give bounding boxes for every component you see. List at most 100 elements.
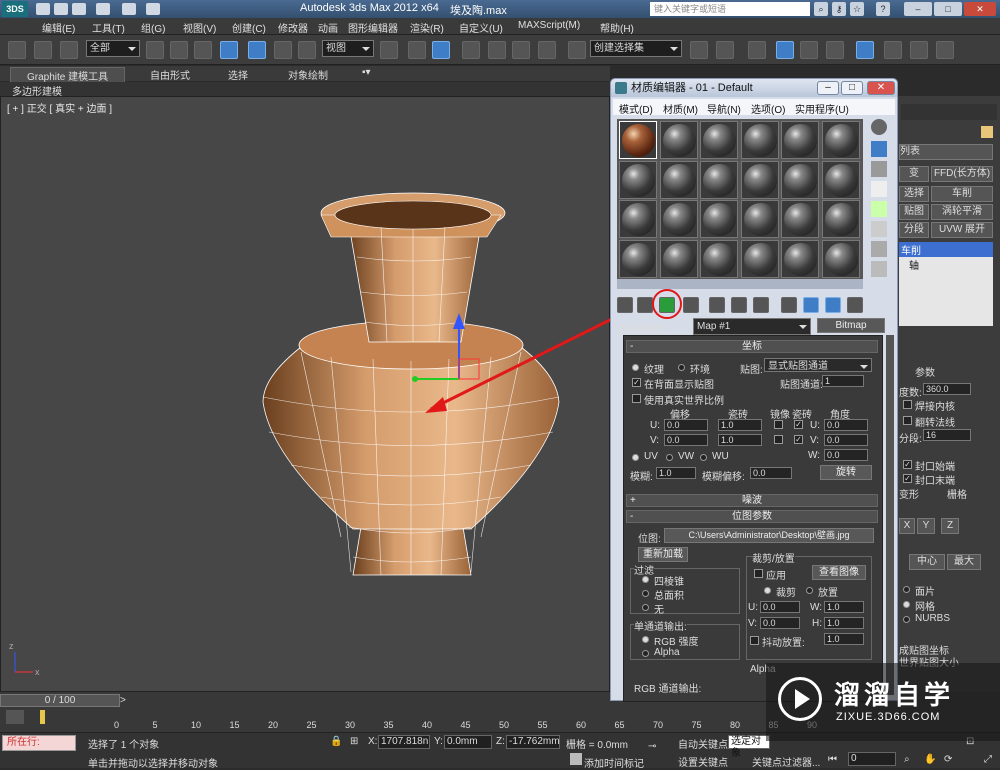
material-editor-icon[interactable] xyxy=(856,41,874,59)
align-max-button[interactable]: 最大 xyxy=(947,554,981,570)
menu-maxscript[interactable]: MAXScript(M) xyxy=(518,20,580,31)
y-coord-input[interactable]: 0.0mm xyxy=(444,735,492,749)
angle-snap-icon[interactable] xyxy=(488,41,506,59)
menu-customize[interactable]: 自定义(U) xyxy=(459,20,503,35)
texture-radio[interactable] xyxy=(632,364,639,371)
uv-radio[interactable] xyxy=(632,454,639,461)
select-move-icon[interactable] xyxy=(248,41,266,59)
backlight-icon[interactable] xyxy=(871,141,887,157)
vase-model[interactable]: z x xyxy=(1,97,611,693)
snap-toggle-icon[interactable] xyxy=(462,41,480,59)
menu-help[interactable]: 帮助(H) xyxy=(600,20,634,35)
mod-btn-2[interactable]: 分段 xyxy=(899,222,929,238)
pyramidal-radio[interactable] xyxy=(642,576,649,583)
degrees-input[interactable]: 360.0 xyxy=(923,383,971,395)
material-slot[interactable] xyxy=(781,239,819,278)
u-angle-input[interactable]: 0.0 xyxy=(824,419,868,431)
reference-coord-dropdown[interactable]: 视图 xyxy=(322,40,374,57)
show-shaded-icon[interactable] xyxy=(781,297,797,313)
go-forward-sibling-icon[interactable] xyxy=(847,297,863,313)
pan-icon[interactable]: ✋ xyxy=(924,754,936,765)
material-slot[interactable] xyxy=(659,160,698,199)
select-by-name-icon[interactable] xyxy=(170,41,188,59)
real-world-checkbox[interactable] xyxy=(632,394,641,403)
material-slot[interactable] xyxy=(821,160,860,199)
render-setup-icon[interactable] xyxy=(884,41,902,59)
material-slot[interactable] xyxy=(700,160,738,199)
material-slot[interactable] xyxy=(740,121,779,159)
v-tiling-input[interactable]: 1.0 xyxy=(718,434,762,446)
material-slot[interactable] xyxy=(700,200,738,238)
med-close-button[interactable]: ✕ xyxy=(867,81,895,95)
med-menu-material[interactable]: 材质(M) xyxy=(663,101,698,116)
material-slot[interactable] xyxy=(781,160,819,199)
modifier-stack[interactable]: 车削 轴 xyxy=(899,242,993,326)
menu-tools[interactable]: 工具(T) xyxy=(92,20,125,35)
material-slot[interactable] xyxy=(619,121,657,159)
app-logo[interactable]: 3DS xyxy=(2,1,28,17)
vw-radio[interactable] xyxy=(666,454,673,461)
sample-type-icon[interactable] xyxy=(871,119,887,135)
z-coord-input[interactable]: -17.762mm xyxy=(506,735,560,749)
map-channel-input[interactable]: 1 xyxy=(822,375,864,387)
open-file-icon[interactable] xyxy=(54,3,68,15)
med-maximize-button[interactable]: □ xyxy=(841,81,863,95)
lock-icon[interactable]: 🔒 xyxy=(330,736,342,747)
material-slot[interactable] xyxy=(659,239,698,278)
modifier-list-dropdown[interactable]: 列表 xyxy=(899,144,993,160)
mod-turbosmooth-button[interactable]: 涡轮平滑 xyxy=(931,204,993,220)
flip-normals-checkbox[interactable] xyxy=(903,416,912,425)
bitmap-path-button[interactable]: C:\Users\Administrator\Desktop\壁画.jpg xyxy=(664,528,874,543)
search-input[interactable]: 键入关键字或短语 xyxy=(650,2,810,16)
material-slot[interactable] xyxy=(740,239,779,278)
reload-button[interactable]: 重新加载 xyxy=(638,547,688,562)
menu-create[interactable]: 创建(C) xyxy=(232,20,266,35)
output-patch-radio[interactable] xyxy=(903,586,910,593)
absolute-mode-icon[interactable]: ⊞ xyxy=(350,736,358,747)
search-icon[interactable]: ⌕ xyxy=(814,2,828,16)
zoom-icon[interactable]: ⌕ xyxy=(904,754,910,765)
stack-item-lathe[interactable]: 车削 xyxy=(899,242,993,257)
axis-x-button[interactable]: X xyxy=(899,518,915,534)
select-manipulate-icon[interactable] xyxy=(408,41,426,59)
material-slot[interactable] xyxy=(740,200,779,238)
star-icon[interactable]: ☆ xyxy=(850,2,864,16)
new-file-icon[interactable] xyxy=(36,3,50,15)
maximize-viewport-icon[interactable]: ⤢ xyxy=(984,754,992,765)
place-radio[interactable] xyxy=(806,587,813,594)
menu-graph-editors[interactable]: 图形编辑器 xyxy=(348,20,398,35)
select-scale-icon[interactable] xyxy=(298,41,316,59)
tab-selection[interactable]: 选择 xyxy=(228,67,248,82)
u-mirror-checkbox[interactable] xyxy=(774,420,783,429)
rect-selection-icon[interactable] xyxy=(194,41,212,59)
ribbon-options-icon[interactable]: ▪▾ xyxy=(362,67,371,78)
show-map-back-checkbox[interactable]: ✓ xyxy=(632,378,641,387)
command-panel-tabs[interactable] xyxy=(901,104,997,120)
bind-space-warp-icon[interactable] xyxy=(60,41,78,59)
material-slot[interactable] xyxy=(781,200,819,238)
select-by-material-icon[interactable] xyxy=(871,261,887,277)
minimize-button[interactable]: – xyxy=(904,2,932,16)
render-production-icon[interactable] xyxy=(936,41,954,59)
v-mirror-checkbox[interactable] xyxy=(774,435,783,444)
key-icon[interactable]: ⚷ xyxy=(832,2,846,16)
grid-label[interactable]: 栅格 xyxy=(947,486,967,501)
material-slot[interactable] xyxy=(821,239,860,278)
x-coord-input[interactable]: 1707.818n xyxy=(378,735,430,749)
link-icon[interactable] xyxy=(8,41,26,59)
mod-btn-1[interactable]: 变 xyxy=(899,166,929,182)
menu-edit[interactable]: 编辑(E) xyxy=(42,20,75,35)
mod-map-button[interactable]: 贴图 xyxy=(899,204,929,220)
layer-manager-icon[interactable] xyxy=(748,41,766,59)
maximize-button[interactable]: □ xyxy=(934,2,962,16)
window-crossing-icon[interactable] xyxy=(220,41,238,59)
help-icon[interactable]: ? xyxy=(876,2,890,16)
output-nurbs-radio[interactable] xyxy=(903,616,910,623)
options-icon[interactable] xyxy=(871,241,887,257)
jitter-input[interactable]: 1.0 xyxy=(824,633,864,645)
menu-rendering[interactable]: 渲染(R) xyxy=(410,20,444,35)
go-to-parent-icon[interactable] xyxy=(825,297,841,313)
orbit-icon[interactable]: ⟳ xyxy=(944,754,952,765)
key-mode-icon[interactable]: ⊸ xyxy=(648,741,656,752)
view-image-button[interactable]: 查看图像 xyxy=(812,565,866,580)
